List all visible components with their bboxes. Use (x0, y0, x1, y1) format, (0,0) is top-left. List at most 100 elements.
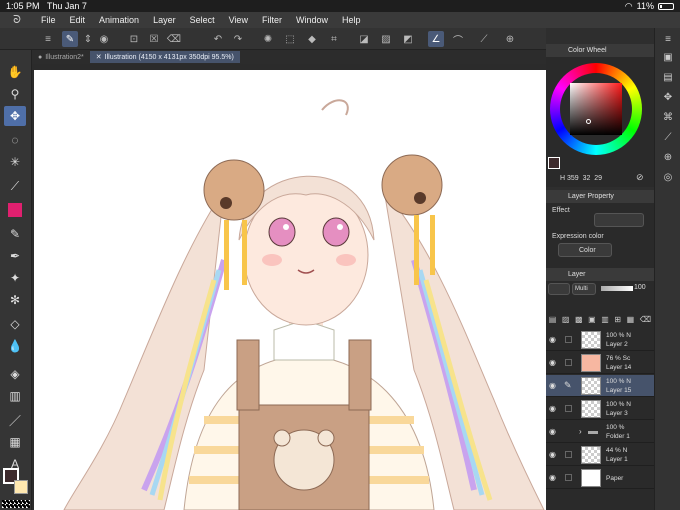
opacity-value: 100 (634, 284, 646, 291)
layer-title: Layer (568, 271, 586, 278)
right-panels: Color Wheel H 359 32 29 ⊘ Layer Property… (546, 28, 654, 510)
invert-selection-icon[interactable]: ◪ (356, 31, 372, 47)
tool-property-icon[interactable]: ✥ (660, 90, 676, 104)
frame-icon[interactable]: ▦ (4, 432, 26, 452)
ruler-snap-icon[interactable]: ∠ (428, 31, 444, 47)
eye-icon[interactable]: ◉ (549, 335, 556, 344)
line-icon[interactable]: ／ (4, 410, 26, 430)
eye-icon[interactable]: ◉ (549, 450, 556, 459)
curve-snap-icon[interactable]: ⌒ (450, 31, 466, 47)
menu-animation[interactable]: Animation (92, 15, 146, 25)
main-color-chip[interactable] (548, 157, 560, 169)
menu-window[interactable]: Window (289, 15, 335, 25)
wifi-icon: ◠ (624, 0, 633, 11)
pencil-icon[interactable]: ✎ (4, 224, 26, 244)
battery-icon (658, 2, 674, 10)
color-wheel-title: Color Wheel (568, 47, 607, 54)
effect-toggles[interactable] (594, 213, 644, 227)
transparent-color-swatch[interactable] (2, 500, 30, 508)
battery-text: 11% (636, 1, 654, 11)
trash-icon[interactable]: ⌫ (166, 31, 182, 47)
tab-label: Illustration (4150 x 4131px 350dpi 95.5%… (104, 53, 234, 61)
reference-icon[interactable]: ⊡ (126, 31, 142, 47)
hamburger-menu-icon[interactable]: ≡ (40, 31, 56, 47)
layer-panel: Multi 100 ▤ ▨ ▩ ▣ ▥ ⊞ ▦ ⌫ ◉ 100 % N Layer 2 ◉ 7… (546, 281, 654, 510)
airbrush-icon[interactable]: ✦ (4, 268, 26, 288)
gradient-icon[interactable]: ▥ (4, 386, 26, 406)
tab-illustration[interactable]: ✕ Illustration (4150 x 4131px 350dpi 95.… (89, 51, 240, 63)
special-ruler-icon[interactable]: ⟋ (476, 31, 492, 47)
layer-row[interactable]: ◉ 44 % N Layer 1 (546, 444, 654, 466)
zoom-icon[interactable]: ⚲ (4, 84, 26, 104)
layer-row[interactable]: ◉ 100 % N Layer 3 (546, 398, 654, 420)
status-time: 1:05 PM (6, 1, 40, 11)
layer-row-selected[interactable]: ◉ ✎ 100 % N Layer 15 (546, 375, 654, 397)
redo-icon[interactable]: ↷ (230, 31, 246, 47)
folder-icon: ▬ (588, 426, 598, 437)
eye-icon[interactable]: ◉ (549, 473, 556, 482)
eye-icon[interactable]: ◉ (549, 381, 556, 390)
history-icon[interactable]: ⊕ (660, 150, 676, 164)
hand-icon[interactable]: ✋ (4, 62, 26, 82)
layer-search-icon[interactable]: ⌘ (660, 110, 676, 124)
sub-view-icon[interactable]: ▤ (660, 70, 676, 84)
eraser-icon[interactable]: ◇ (4, 314, 26, 334)
brush-size-icon[interactable]: ⟋ (660, 130, 676, 144)
tab-illustration2[interactable]: ● Illustration2* (32, 51, 90, 63)
eye-icon[interactable]: ◉ (549, 358, 556, 367)
crop-icon[interactable]: ⌗ (326, 31, 342, 47)
sub-tool-button[interactable]: ✎ (62, 31, 78, 47)
dock-menu-icon[interactable]: ≡ (660, 32, 676, 46)
navigator-icon[interactable]: ▣ (660, 50, 676, 64)
layer-property-title: Layer Property (568, 193, 614, 200)
clear-icon[interactable]: ☒ (146, 31, 162, 47)
undo-icon[interactable]: ↶ (210, 31, 226, 47)
layer-row[interactable]: ◉ 76 % Sc Layer 14 (546, 352, 654, 374)
color-picker-cursor[interactable] (586, 119, 591, 124)
eye-icon[interactable]: ◉ (549, 427, 556, 436)
menu-help[interactable]: Help (335, 15, 368, 25)
snap-icon[interactable]: ◩ (400, 31, 416, 47)
eye-icon[interactable]: ◉ (549, 404, 556, 413)
drawing-canvas[interactable] (34, 70, 546, 510)
transform-icon[interactable]: ▨ (378, 31, 394, 47)
expression-color-select[interactable]: Color (558, 243, 612, 257)
layer-row[interactable]: ◉ 100 % N Layer 2 (546, 329, 654, 351)
layer-row-folder[interactable]: ◉ › ▬ 100 % Folder 1 (546, 421, 654, 443)
color-sv-square[interactable] (570, 83, 622, 135)
deselect-icon[interactable]: ⬚ (282, 31, 298, 47)
move-icon[interactable]: ✥ (4, 106, 26, 126)
app-logo-icon[interactable]: ᘐ (0, 14, 34, 27)
blend-mode-select[interactable]: Multi (572, 283, 596, 295)
right-icon-strip: ≡ ▣ ▤ ✥ ⌘ ⟋ ⊕ ◎ (654, 28, 680, 510)
layer-mode-icon[interactable] (548, 283, 570, 295)
menu-file[interactable]: File (34, 15, 63, 25)
fill-bucket-icon[interactable]: ◈ (4, 364, 26, 384)
layer-property-panel: Effect Expression color Color (546, 203, 654, 268)
decoration-icon[interactable]: ✻ (4, 290, 26, 310)
close-icon[interactable]: ✕ (96, 53, 102, 61)
magic-wand-icon[interactable]: ✳ (4, 152, 26, 172)
opacity-slider[interactable] (601, 286, 633, 291)
chevron-updown-icon[interactable]: ⇕ (80, 31, 96, 47)
menu-view[interactable]: View (222, 15, 255, 25)
menu-select[interactable]: Select (183, 15, 222, 25)
pen-icon[interactable] (4, 200, 26, 220)
menu-filter[interactable]: Filter (255, 15, 289, 25)
menu-edit[interactable]: Edit (63, 15, 93, 25)
record-icon[interactable]: ◉ (96, 31, 112, 47)
brush-icon[interactable]: ✒ (4, 246, 26, 266)
blend-icon[interactable]: 💧 (4, 336, 26, 356)
effect-label: Effect (552, 207, 570, 214)
eyedropper-icon[interactable]: ⟋ (4, 176, 26, 196)
color-set-icon[interactable]: ◎ (660, 170, 676, 184)
fill-icon[interactable]: ◆ (304, 31, 320, 47)
loading-icon[interactable]: ✺ (260, 31, 276, 47)
layer-row-paper[interactable]: ◉ Paper (546, 467, 654, 489)
sub-color-swatch[interactable] (14, 480, 28, 494)
pin-icon: ● (38, 53, 43, 61)
lasso-icon[interactable]: ◌ (4, 130, 26, 150)
menu-layer[interactable]: Layer (146, 15, 183, 25)
compass-icon[interactable]: ⊘ (636, 172, 644, 183)
settings-icon[interactable]: ⊕ (502, 31, 518, 47)
